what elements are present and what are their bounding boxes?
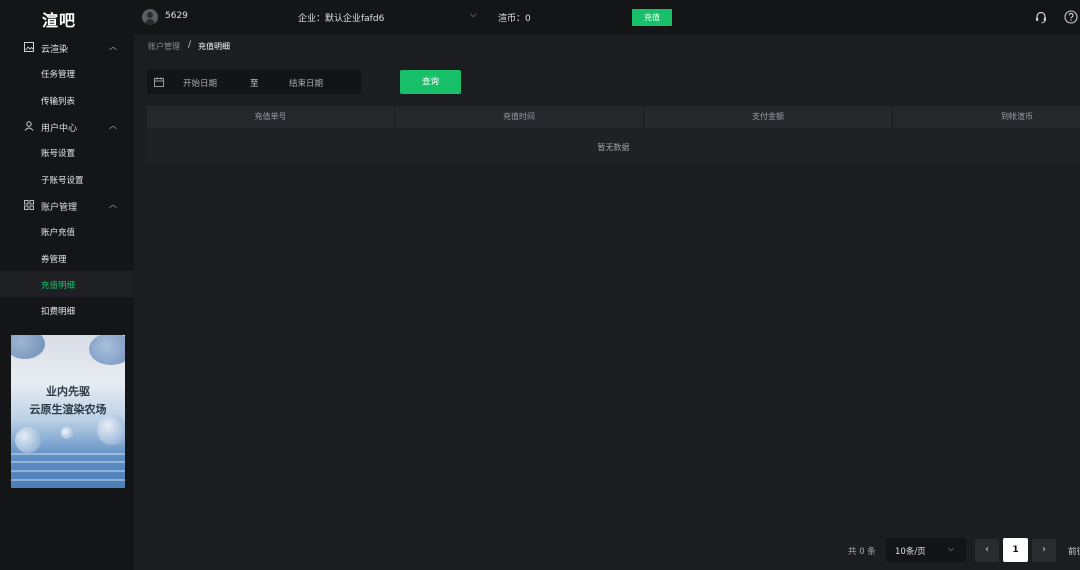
sidebar-group-account-management[interactable]: 账户管理 ︿ <box>0 192 134 218</box>
image-icon <box>24 42 34 52</box>
current-page-button[interactable]: 1 <box>1003 538 1028 562</box>
column-header-payment-amount: 支付金额 <box>752 112 784 121</box>
avatar[interactable] <box>142 9 158 25</box>
date-range-separator: 至 <box>250 79 259 89</box>
date-range-picker[interactable]: 开始日期 至 结束日期 <box>147 70 361 94</box>
sidebar-item-label: 传输列表 <box>41 97 76 107</box>
sidebar-item-coupon-management[interactable]: 券管理 <box>0 245 134 271</box>
sidebar-group-cloud-render[interactable]: 云渲染 ︿ <box>0 34 134 60</box>
headset-icon[interactable] <box>1034 10 1048 24</box>
chevron-up-icon: ︿ <box>109 42 117 51</box>
main-content: 账户管理 / 充值明细 开始日期 至 结束日期 查询 充值单号 充值时间 支付金… <box>134 34 1080 570</box>
help-icon[interactable] <box>1064 10 1078 24</box>
end-date-input[interactable]: 结束日期 <box>289 77 323 89</box>
sidebar-item-label: 子账号设置 <box>41 176 84 186</box>
sidebar: 云渲染 ︿ 任务管理 传输列表 用户中心 ︿ 账号设置 子账号设置 账户管理 ︿… <box>0 34 134 570</box>
chevron-up-icon: ︿ <box>109 121 117 130</box>
next-page-button[interactable]: › <box>1032 539 1056 562</box>
page-size-value: 10条/页 <box>895 547 926 557</box>
column-header-recharge-time: 充值时间 <box>503 112 535 121</box>
chevron-down-icon[interactable]: ⌵ <box>470 10 477 20</box>
user-icon <box>24 121 34 131</box>
sidebar-item-label: 扣费明细 <box>41 307 76 317</box>
sidebar-item-recharge-details[interactable]: 充值明细 <box>0 271 134 297</box>
chevron-down-icon: ⌵ <box>948 544 955 553</box>
company-selector[interactable]: 企业：默认企业fafd6 <box>298 11 384 24</box>
sidebar-item-label: 账号设置 <box>41 149 76 159</box>
table-header: 充值单号 充值时间 支付金额 到帐渲币 <box>147 106 1080 128</box>
user-id[interactable]: 5629 <box>165 11 188 21</box>
sidebar-item-transfer-list[interactable]: 传输列表 <box>0 87 134 113</box>
promo-subheadline: 云原生渲染农场 <box>29 403 107 416</box>
start-date-input[interactable]: 开始日期 <box>183 77 217 89</box>
promo-banner[interactable]: 业内先驱 云原生渲染农场 <box>11 335 125 488</box>
column-header-order-no: 充值单号 <box>254 112 287 121</box>
top-bar: 渲吧 5629 企业：默认企业fafd6 ⌵ 渲币：0 充值 <box>0 0 1080 34</box>
goto-page-label: 前往 <box>1068 547 1080 557</box>
recharge-button[interactable]: 充值 <box>632 9 672 26</box>
breadcrumb-current: 充值明细 <box>198 42 230 51</box>
sidebar-item-account-recharge[interactable]: 账户充值 <box>0 218 134 244</box>
prev-page-button[interactable]: ‹ <box>975 539 999 562</box>
sidebar-group-user-center[interactable]: 用户中心 ︿ <box>0 113 134 139</box>
sidebar-item-label: 券管理 <box>41 255 67 265</box>
chevron-up-icon: ︿ <box>109 200 117 209</box>
empty-text: 暂无数据 <box>597 143 630 152</box>
app-logo[interactable]: 渲吧 <box>42 7 76 31</box>
breadcrumb-parent[interactable]: 账户管理 <box>148 41 180 52</box>
column-header-credited-coins: 到帐渲币 <box>1001 112 1033 121</box>
grid-icon <box>24 200 34 210</box>
pagination-total: 共 0 条 <box>848 547 876 557</box>
table-empty-state: 暂无数据 <box>147 128 1080 164</box>
page-size-select[interactable]: 10条/页 ⌵ <box>886 538 966 562</box>
sidebar-item-task-management[interactable]: 任务管理 <box>0 60 134 86</box>
sidebar-item-account-settings[interactable]: 账号设置 <box>0 139 134 165</box>
sidebar-item-label: 充值明细 <box>41 281 76 291</box>
coin-balance: 渲币：0 <box>498 14 531 24</box>
sidebar-group-label: 云渲染 <box>41 45 69 55</box>
sidebar-item-subaccount-settings[interactable]: 子账号设置 <box>0 166 134 192</box>
sidebar-item-deduction-details[interactable]: 扣费明细 <box>0 297 134 323</box>
promo-headline: 业内先驱 <box>46 385 90 398</box>
sidebar-group-label: 账户管理 <box>41 203 78 213</box>
sidebar-item-label: 任务管理 <box>41 70 76 80</box>
breadcrumb-separator: / <box>188 40 192 50</box>
sidebar-group-label: 用户中心 <box>41 124 78 134</box>
sidebar-item-label: 账户充值 <box>41 228 76 238</box>
calendar-icon <box>154 77 164 87</box>
query-button[interactable]: 查询 <box>400 70 461 94</box>
